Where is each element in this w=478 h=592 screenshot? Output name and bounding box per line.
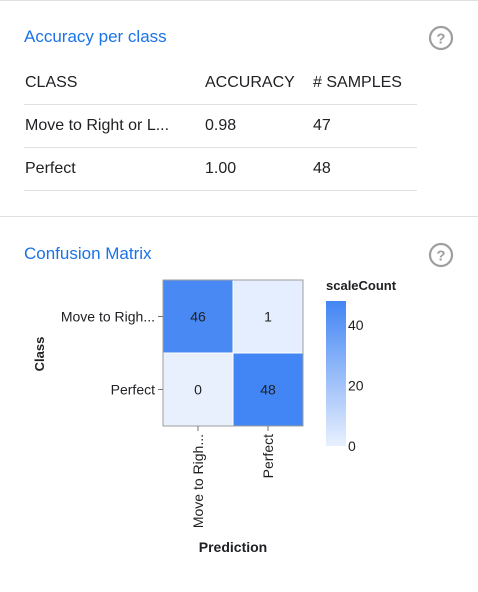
accuracy-cell: 1.00 <box>205 147 313 191</box>
help-circle-icon[interactable]: ? <box>428 25 454 51</box>
confusion-section-title: Confusion Matrix <box>24 244 152 263</box>
samples-cell: 47 <box>313 104 417 148</box>
accuracy-header-row: CLASS ACCURACY # SAMPLES <box>24 62 417 105</box>
samples-cell: 48 <box>313 147 417 191</box>
table-row: Perfect 1.00 48 <box>24 147 417 191</box>
class-cell: Perfect <box>24 147 205 191</box>
table-row: Move to Right or L... 0.98 47 <box>24 104 417 148</box>
matrix-cell-value: 1 <box>264 309 272 325</box>
section-divider <box>0 216 478 217</box>
column-header-accuracy: ACCURACY <box>205 62 313 105</box>
legend-tick-label: 20 <box>348 378 364 394</box>
legend-title: scaleCount <box>326 278 397 293</box>
top-divider <box>0 0 478 1</box>
column-header-samples: # SAMPLES <box>313 62 417 105</box>
accuracy-table: CLASS ACCURACY # SAMPLES Move to Right o… <box>24 62 417 191</box>
accuracy-cell: 0.98 <box>205 104 313 148</box>
legend-tick-label: 40 <box>348 317 364 333</box>
svg-text:?: ? <box>436 31 445 48</box>
column-header-class: CLASS <box>24 62 205 105</box>
matrix-cell-value: 0 <box>194 382 202 398</box>
y-tick-label: Perfect <box>111 382 155 398</box>
help-circle-icon[interactable]: ? <box>428 242 454 268</box>
legend-tick-label: 0 <box>348 438 356 454</box>
y-tick-label: Move to Righ... <box>61 309 155 325</box>
y-axis-label: Class <box>32 337 47 372</box>
x-tick-label: Move to Righ... <box>190 434 206 528</box>
matrix-cell-value: 46 <box>190 309 206 325</box>
x-axis-label: Prediction <box>199 539 267 555</box>
legend-gradient <box>326 301 346 446</box>
class-cell: Move to Right or L... <box>24 104 205 148</box>
accuracy-section-title: Accuracy per class <box>24 27 167 46</box>
x-tick-label: Perfect <box>260 434 276 478</box>
confusion-matrix-chart: Class Prediction 46 1 0 48 Move to Righ... P… <box>32 278 397 555</box>
matrix-cell-value: 48 <box>260 382 276 398</box>
svg-text:?: ? <box>436 248 445 265</box>
